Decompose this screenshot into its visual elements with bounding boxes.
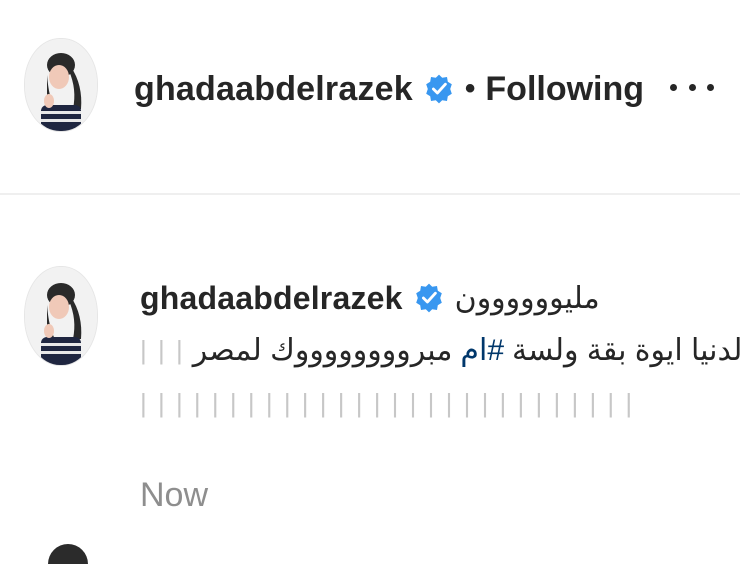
- profile-avatar[interactable]: [24, 38, 98, 132]
- profile-photo: [25, 267, 97, 365]
- comment-line-2: الدنيا ايوة بقة ولسة #ام مبرووووووووك لم…: [140, 330, 740, 370]
- username-link[interactable]: ghadaabdelrazek: [134, 70, 413, 109]
- separator-dot: •: [464, 72, 476, 105]
- more-dot: [670, 83, 677, 91]
- comment-line-3: | | | | | | | | | | | | | | | | | | | | …: [140, 388, 635, 418]
- comment-line-1: ghadaabdelrazek مليوووووون: [140, 276, 600, 320]
- more-options-icon[interactable]: [670, 72, 714, 102]
- hashtag-link[interactable]: #ام: [460, 333, 504, 368]
- verified-badge-icon: [413, 282, 445, 314]
- comment-text-rest: الدنيا ايوة بقة ولسة: [512, 333, 740, 367]
- verified-badge-icon: [423, 73, 455, 105]
- comment-text: مبرووووووووك لمصر: [192, 333, 453, 367]
- comment-username-link[interactable]: ghadaabdelrazek: [140, 280, 403, 317]
- comment-emoji-bars: | | |: [140, 334, 185, 365]
- post-header: ghadaabdelrazek • Following: [134, 64, 644, 114]
- comment-avatar[interactable]: [24, 266, 98, 366]
- more-dot: [707, 83, 714, 91]
- profile-photo: [25, 39, 97, 131]
- header-divider: [0, 193, 740, 195]
- more-dot: [688, 83, 696, 91]
- following-button[interactable]: Following: [485, 70, 644, 109]
- comment-text-start: مليوووووون: [454, 281, 600, 315]
- comment-timestamp: Now: [140, 476, 209, 514]
- next-comment-avatar[interactable]: [48, 544, 88, 564]
